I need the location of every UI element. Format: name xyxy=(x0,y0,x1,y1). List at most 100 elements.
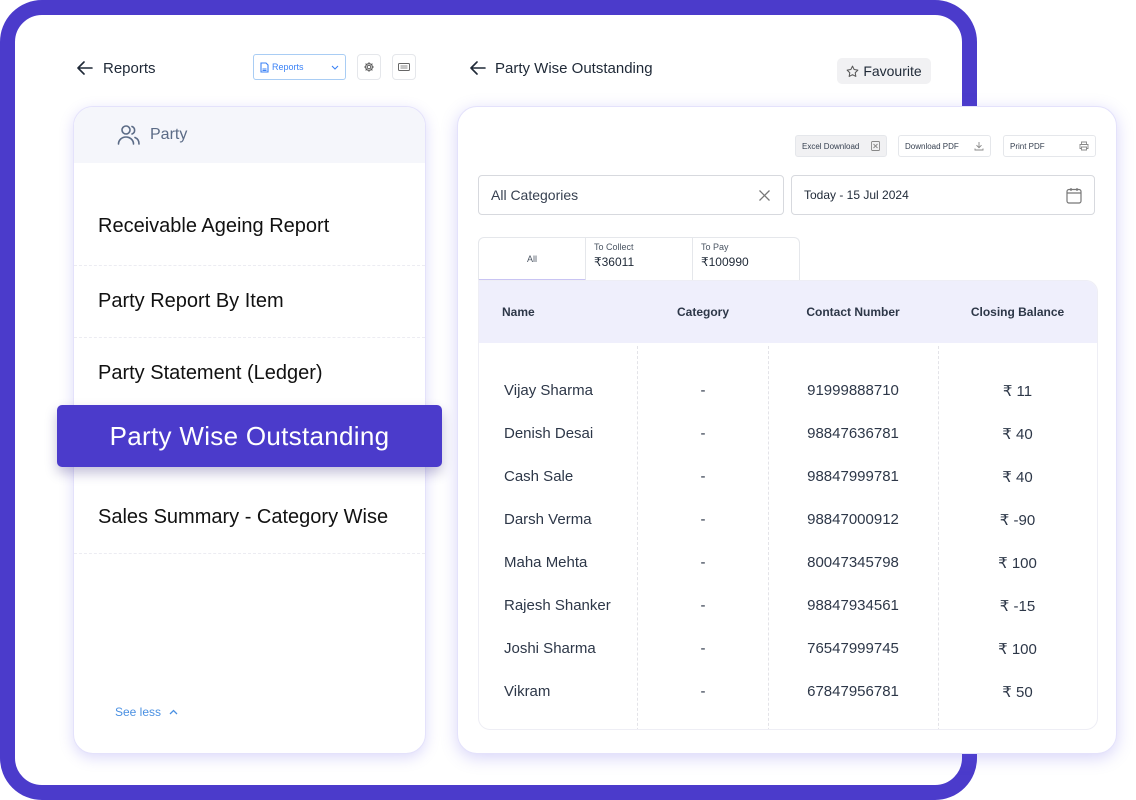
party-category: - xyxy=(700,425,706,442)
reports-dropdown[interactable]: Reports xyxy=(253,54,346,80)
to-collect-label: To Collect xyxy=(594,242,634,252)
chevron-down-icon xyxy=(331,65,339,70)
menu-item-sales-summary[interactable]: Sales Summary - Category Wise xyxy=(74,482,425,554)
closing-balance: ₹ 100 xyxy=(998,640,1037,658)
reports-title: Reports xyxy=(103,59,156,77)
contact-number: 76547999745 xyxy=(807,640,899,657)
calendar-icon xyxy=(1066,187,1082,204)
tab-all[interactable]: All xyxy=(479,238,586,281)
party-category: - xyxy=(700,554,706,571)
tab-all-label: All xyxy=(526,253,537,264)
party-name: Vikram xyxy=(504,683,551,700)
arrow-left-icon xyxy=(77,61,93,75)
closing-balance: ₹ -15 xyxy=(999,597,1036,615)
party-section-header[interactable]: Party xyxy=(74,107,425,163)
contact-number: 67847956781 xyxy=(807,683,899,700)
reports-header: Reports xyxy=(76,56,156,80)
to-collect-amount: ₹36011 xyxy=(594,255,635,269)
favourite-label: Favourite xyxy=(863,63,922,79)
report-header: Party Wise Outstanding xyxy=(469,56,653,80)
column-divider xyxy=(637,346,638,729)
closing-balance: ₹ 40 xyxy=(1002,425,1033,443)
column-header-name[interactable]: Name xyxy=(479,305,638,319)
party-name: Denish Desai xyxy=(504,425,594,442)
party-category: - xyxy=(700,640,706,657)
party-name: Vijay Sharma xyxy=(504,382,593,399)
excel-icon xyxy=(871,141,880,151)
users-icon xyxy=(117,125,140,145)
tab-to-pay[interactable]: To Pay ₹100990 xyxy=(693,238,800,281)
party-category: - xyxy=(700,468,706,485)
reports-dropdown-value: Reports xyxy=(272,62,304,72)
party-name: Rajesh Shanker xyxy=(504,597,611,614)
arrow-left-icon xyxy=(470,61,486,75)
see-less-label: See less xyxy=(115,705,162,719)
party-name: Darsh Verma xyxy=(504,511,592,528)
table-row[interactable]: Rajesh Shanker - 98847934561 ₹ -15 xyxy=(479,584,1097,627)
outstanding-table: Name Category Contact Number Closing Bal… xyxy=(478,280,1098,730)
download-icon xyxy=(974,142,984,151)
closing-balance: ₹ 100 xyxy=(998,554,1037,572)
party-category: - xyxy=(700,511,706,528)
contact-number: 80047345798 xyxy=(807,554,899,571)
closing-balance: ₹ 11 xyxy=(1002,382,1033,400)
keyboard-button[interactable] xyxy=(392,54,416,80)
download-pdf-button[interactable]: Download PDF xyxy=(898,135,991,157)
chevron-up-icon xyxy=(169,709,178,715)
date-filter[interactable]: Today - 15 Jul 2024 xyxy=(791,175,1095,215)
see-less-link[interactable]: See less xyxy=(115,705,178,719)
table-row[interactable]: Joshi Sharma - 76547999745 ₹ 100 xyxy=(479,627,1097,670)
category-filter[interactable]: All Categories xyxy=(478,175,784,215)
report-panel: Excel Download Download PDF Print PDF Al… xyxy=(457,106,1117,754)
table-row[interactable]: Vijay Sharma - 91999888710 ₹ 11 xyxy=(479,369,1097,412)
printer-icon xyxy=(1079,141,1089,151)
column-divider xyxy=(938,346,939,729)
download-pdf-label: Download PDF xyxy=(905,141,959,151)
contact-number: 91999888710 xyxy=(807,382,899,399)
closing-balance: ₹ -90 xyxy=(999,511,1036,529)
settings-button[interactable] xyxy=(357,54,381,80)
date-filter-value: Today - 15 Jul 2024 xyxy=(804,188,909,202)
keyboard-icon xyxy=(398,63,410,71)
column-header-contact[interactable]: Contact Number xyxy=(768,305,938,319)
to-pay-label: To Pay xyxy=(701,242,729,252)
menu-item-party-wise-outstanding[interactable]: Party Wise Outstanding xyxy=(57,405,442,467)
menu-item-receivable-ageing[interactable]: Receivable Ageing Report xyxy=(74,188,425,266)
party-category: - xyxy=(700,597,706,614)
column-header-category[interactable]: Category xyxy=(638,305,768,319)
report-back-button[interactable] xyxy=(469,56,487,80)
report-menu: Receivable Ageing Report Party Report By… xyxy=(74,163,425,554)
to-pay-amount: ₹100990 xyxy=(701,255,749,269)
contact-number: 98847999781 xyxy=(807,468,899,485)
table-row[interactable]: Vikram - 67847956781 ₹ 50 xyxy=(479,670,1097,713)
excel-download-label: Excel Download xyxy=(802,141,860,151)
favourite-button[interactable]: Favourite xyxy=(837,58,931,84)
party-name: Maha Mehta xyxy=(504,554,588,571)
table-row[interactable]: Maha Mehta - 80047345798 ₹ 100 xyxy=(479,541,1097,584)
balance-tabs: All To Collect ₹36011 To Pay ₹100990 xyxy=(478,237,800,281)
party-category: - xyxy=(700,382,706,399)
party-section-label: Party xyxy=(150,126,188,143)
table-row[interactable]: Darsh Verma - 98847000912 ₹ -90 xyxy=(479,498,1097,541)
contact-number: 98847934561 xyxy=(807,597,899,614)
contact-number: 98847636781 xyxy=(807,425,899,442)
table-body: Vijay Sharma - 91999888710 ₹ 11 Denish Desai… xyxy=(479,343,1097,713)
table-row[interactable]: Cash Sale - 98847999781 ₹ 40 xyxy=(479,455,1097,498)
column-header-closing-balance[interactable]: Closing Balance xyxy=(938,305,1097,319)
back-button[interactable] xyxy=(76,56,94,80)
menu-item-party-report-by-item[interactable]: Party Report By Item xyxy=(74,266,425,338)
excel-download-button[interactable]: Excel Download xyxy=(795,135,887,157)
print-pdf-button[interactable]: Print PDF xyxy=(1003,135,1096,157)
column-divider xyxy=(768,346,769,729)
star-outline-icon xyxy=(846,65,859,77)
closing-balance: ₹ 40 xyxy=(1002,468,1033,486)
closing-balance: ₹ 50 xyxy=(1002,683,1033,701)
table-row[interactable]: Denish Desai - 98847636781 ₹ 40 xyxy=(479,412,1097,455)
party-name: Cash Sale xyxy=(504,468,574,485)
menu-item-party-statement[interactable]: Party Statement (Ledger) xyxy=(74,338,425,410)
close-icon[interactable] xyxy=(758,189,771,202)
document-icon xyxy=(260,61,269,73)
tab-to-collect[interactable]: To Collect ₹36011 xyxy=(586,238,693,281)
party-category: - xyxy=(700,683,706,700)
table-header: Name Category Contact Number Closing Bal… xyxy=(479,281,1097,343)
